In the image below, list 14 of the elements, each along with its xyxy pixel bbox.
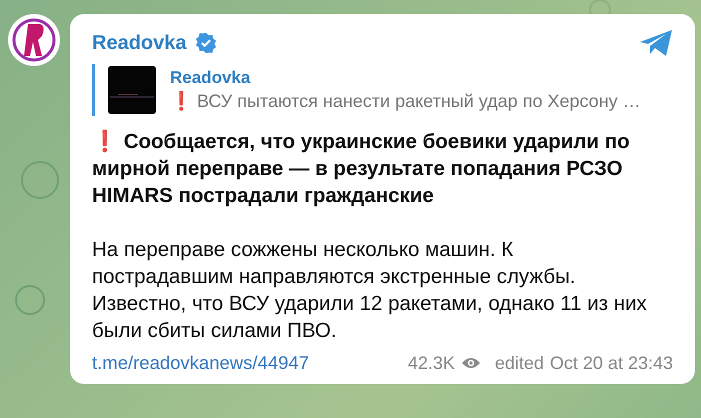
edited-label: edited bbox=[494, 352, 544, 374]
reply-author: Readovka bbox=[170, 68, 252, 88]
message-paragraph: ❗ Сообщается, что украинские боевики ударили по мирной переправе — в результате попадания РСЗО HIMARS пострадали гражданские bbox=[92, 128, 631, 209]
view-count: 42.3K bbox=[408, 352, 455, 374]
verified-icon bbox=[194, 32, 216, 54]
reply-quote[interactable]: Readovka ❗ ВСУ пытаются нанести ракетный удар по Херсону … bbox=[92, 64, 673, 116]
post-link[interactable]: t.me/readovkanews/44947 bbox=[92, 352, 309, 374]
eye-icon bbox=[460, 356, 481, 370]
reply-text: ❗ ВСУ пытаются нанести ракетный удар по Херсону … bbox=[170, 90, 641, 112]
message-paragraph: На переправе сожжены несколько машин. К пострадавшим направляются экстренные службы. Известно, что ВСУ ударили 12 ракетами, однако 11 из них были сбиты силами ПВО. bbox=[92, 237, 648, 344]
post-time: Oct 20 at 23:43 bbox=[550, 352, 673, 374]
channel-name[interactable]: Readovka bbox=[92, 32, 186, 54]
send-icon[interactable] bbox=[639, 29, 673, 57]
channel-avatar-icon[interactable] bbox=[8, 14, 60, 66]
